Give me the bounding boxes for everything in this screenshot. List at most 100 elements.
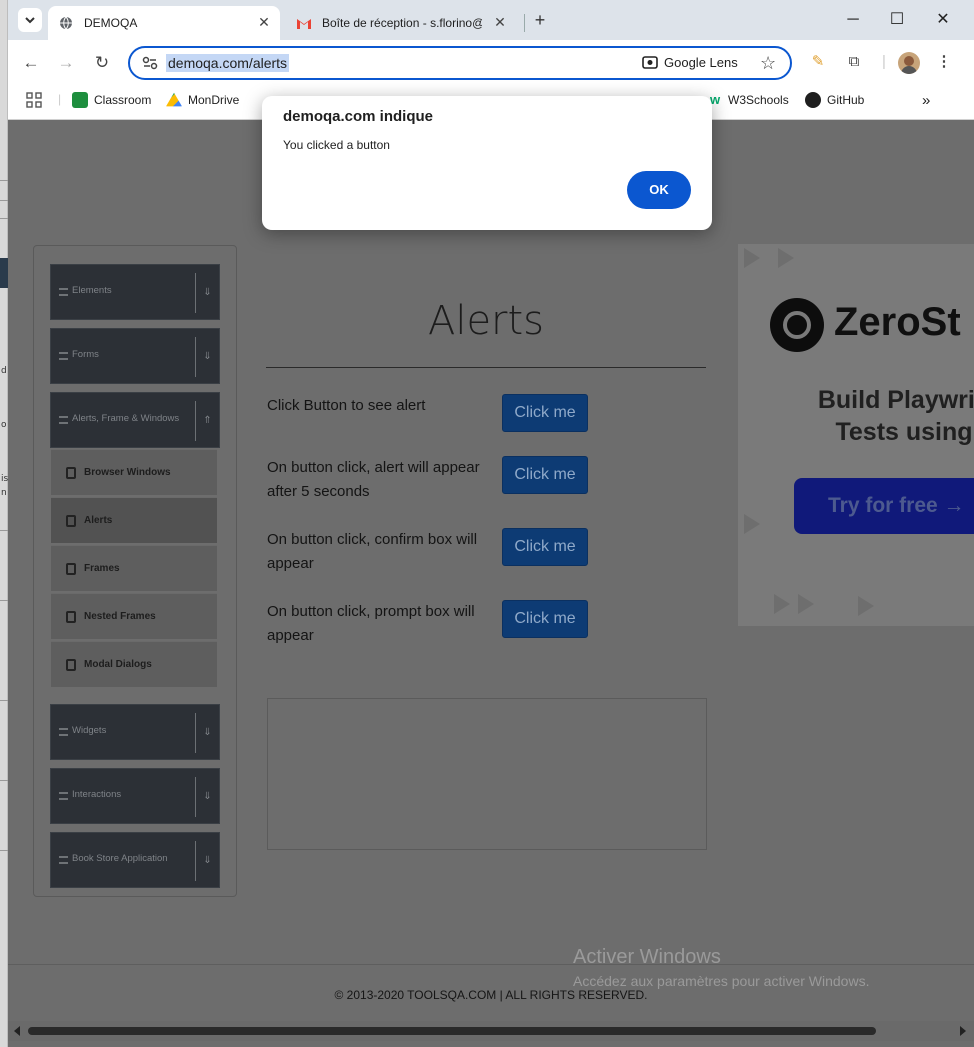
ad-cta-button[interactable]: Try for free → bbox=[794, 478, 974, 534]
new-tab-button[interactable]: + bbox=[530, 10, 550, 30]
address-bar[interactable]: demoqa.com/alerts Google Lens ☆ bbox=[128, 46, 792, 80]
url-text[interactable]: demoqa.com/alerts bbox=[166, 54, 290, 72]
ad-brand: ZeroSt bbox=[834, 300, 961, 344]
group-label: Forms bbox=[72, 349, 99, 360]
group-label: Alerts, Frame & Windows bbox=[72, 413, 180, 424]
bookmark-mondrive[interactable]: MonDrive bbox=[166, 92, 239, 108]
bookmark-label: Classroom bbox=[94, 93, 152, 107]
decor-triangle bbox=[744, 248, 760, 268]
sidebar-group-alerts-frame-windows[interactable]: Alerts, Frame & Windows ⇑ bbox=[50, 392, 220, 448]
zerostep-ad[interactable]: ZeroSt Build Playwrig Tests using Try fo… bbox=[738, 244, 974, 626]
drive-icon bbox=[166, 92, 182, 107]
google-lens-button[interactable]: Google Lens bbox=[642, 54, 738, 70]
dialog-message: You clicked a button bbox=[283, 138, 390, 152]
bookmark-label: MonDrive bbox=[188, 93, 240, 107]
sidebar-item-nested-frames[interactable]: Nested Frames bbox=[51, 593, 217, 639]
decor-triangle bbox=[798, 594, 814, 614]
bookmark-label: GitHub bbox=[827, 93, 865, 107]
forward-button[interactable]: → bbox=[55, 52, 77, 74]
strip-char: o bbox=[1, 420, 7, 430]
chevron-down-icon: ⇓ bbox=[195, 273, 219, 313]
tab-search-button[interactable] bbox=[18, 8, 42, 32]
tab-title: Boîte de réception - s.florino@ bbox=[322, 16, 482, 30]
dialog-title: demoqa.com indique bbox=[283, 108, 434, 125]
sidebar-item-alerts[interactable]: Alerts bbox=[51, 497, 217, 543]
ok-button[interactable]: OK bbox=[627, 171, 691, 209]
bookmark-github[interactable]: GitHub bbox=[805, 92, 864, 108]
close-icon[interactable]: ✕ bbox=[256, 14, 272, 30]
footer-text: © 2013-2020 TOOLSQA.COM | ALL RIGHTS RES… bbox=[334, 988, 648, 1002]
toolbar-divider: | bbox=[882, 53, 886, 70]
alert-button[interactable]: Click me bbox=[502, 394, 588, 432]
scroll-right-icon[interactable] bbox=[960, 1026, 966, 1036]
scroll-left-icon[interactable] bbox=[14, 1026, 20, 1036]
maximize-button[interactable]: ☐ bbox=[882, 8, 912, 32]
globe-icon bbox=[58, 15, 74, 31]
apps-grid-icon[interactable] bbox=[26, 92, 42, 108]
tab-gmail[interactable]: Boîte de réception - s.florino@ ✕ bbox=[286, 6, 516, 40]
bookmark-label: W3Schools bbox=[728, 93, 789, 107]
bookmark-w3schools[interactable]: w W3Schools bbox=[710, 92, 789, 108]
ad-placeholder-box bbox=[267, 698, 707, 850]
classroom-icon bbox=[72, 92, 88, 108]
menu-icon bbox=[59, 288, 68, 296]
reload-button[interactable]: ↻ bbox=[91, 52, 113, 74]
page-title: Alerts bbox=[427, 298, 545, 344]
horizontal-scrollbar[interactable] bbox=[8, 1021, 974, 1041]
sidebar-item-frames[interactable]: Frames bbox=[51, 545, 217, 591]
timer-alert-row-text: On button click, alert will appear after… bbox=[267, 459, 480, 500]
menu-kebab-icon[interactable]: ⋮ bbox=[934, 52, 954, 72]
sidebar-group-book-store[interactable]: Book Store Application ⇓ bbox=[50, 832, 220, 888]
html5-icon bbox=[66, 467, 76, 479]
tab-demoqa[interactable]: DEMOQA ✕ bbox=[48, 6, 280, 40]
browser-toolbar: ← → ↻ demoqa.com/alerts Google Lens ☆ ✎ … bbox=[8, 40, 974, 84]
lens-label: Google Lens bbox=[664, 54, 738, 70]
close-icon[interactable]: ✕ bbox=[492, 14, 508, 30]
w3schools-icon: w bbox=[710, 92, 721, 107]
sidebar-item-browser-windows[interactable]: Browser Windows bbox=[51, 449, 217, 495]
timer-alert-button[interactable]: Click me bbox=[502, 456, 588, 494]
tab-bar: DEMOQA ✕ Boîte de réception - s.florino@… bbox=[8, 0, 974, 40]
bookmark-star-icon[interactable]: ☆ bbox=[760, 53, 776, 74]
interactions-icon bbox=[59, 792, 68, 800]
prompt-button[interactable]: Click me bbox=[502, 600, 588, 638]
html5-icon bbox=[66, 515, 76, 527]
sidebar-item-label: Browser Windows bbox=[84, 467, 171, 478]
back-button[interactable]: ← bbox=[20, 52, 42, 74]
close-window-button[interactable]: ✕ bbox=[928, 8, 958, 32]
background-window-strip: d o is n bbox=[0, 0, 8, 1047]
sidebar-group-interactions[interactable]: Interactions ⇓ bbox=[50, 768, 220, 824]
decor-triangle bbox=[778, 248, 794, 268]
minimize-button[interactable]: ─ bbox=[838, 8, 868, 32]
chevron-down-icon: ⇓ bbox=[195, 337, 219, 377]
tab-title: DEMOQA bbox=[84, 16, 138, 30]
sidebar-group-widgets[interactable]: Widgets ⇓ bbox=[50, 704, 220, 760]
bookmark-classroom[interactable]: Classroom bbox=[72, 92, 151, 108]
strip-char: is bbox=[1, 474, 9, 484]
decor-triangle bbox=[858, 596, 874, 616]
site-info-icon[interactable] bbox=[142, 55, 158, 71]
decor-triangle bbox=[774, 594, 790, 614]
sidebar-item-modal-dialogs[interactable]: Modal Dialogs bbox=[51, 641, 217, 687]
sidebar-group-forms[interactable]: Forms ⇓ bbox=[50, 328, 220, 384]
more-bookmarks-button[interactable]: » bbox=[922, 92, 930, 109]
watermark-subtitle: Accédez aux paramètres pour activer Wind… bbox=[573, 973, 870, 989]
page-content: Elements ⇓ Forms ⇓ Alerts, Frame & Windo… bbox=[8, 120, 974, 1047]
group-label: Widgets bbox=[72, 725, 107, 736]
decor-triangle bbox=[744, 514, 760, 534]
html5-icon bbox=[66, 563, 76, 575]
sidebar-group-elements[interactable]: Elements ⇓ bbox=[50, 264, 220, 320]
scrollbar-thumb[interactable] bbox=[28, 1027, 876, 1035]
chevron-down-icon bbox=[25, 17, 35, 24]
ad-tagline: Build Playwrig Tests using bbox=[817, 386, 974, 446]
extensions-icon[interactable]: ⧉ bbox=[844, 52, 864, 72]
sidebar-item-label: Modal Dialogs bbox=[84, 659, 152, 670]
prompt-row-text: On button click, prompt box will appear bbox=[267, 603, 475, 644]
confirm-button[interactable]: Click me bbox=[502, 528, 588, 566]
sidebar-item-label: Frames bbox=[84, 563, 120, 574]
group-label: Book Store Application bbox=[72, 853, 168, 864]
strip-char: n bbox=[1, 488, 7, 498]
profile-avatar[interactable] bbox=[898, 52, 920, 74]
window-icon bbox=[59, 416, 68, 424]
pen-extension-icon[interactable]: ✎ bbox=[808, 52, 828, 72]
